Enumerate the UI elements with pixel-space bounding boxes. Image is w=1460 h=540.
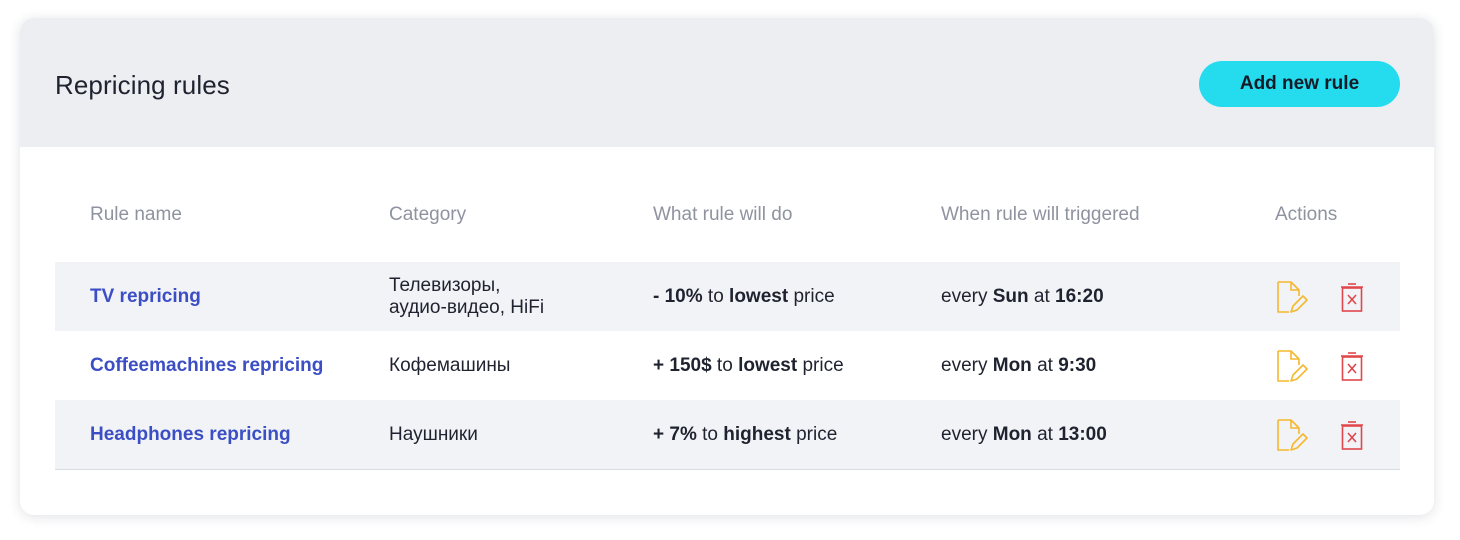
- rule-name-link[interactable]: Headphones repricing: [90, 424, 291, 446]
- add-new-rule-button[interactable]: Add new rule: [1199, 61, 1400, 107]
- category-cell: Наушники: [389, 423, 478, 445]
- repricing-rules-card: Repricing rules Add new rule Rule name C…: [20, 18, 1434, 515]
- table-row: Coffeemachines repricing Кофемашины + 15…: [55, 331, 1400, 400]
- column-header-action: What rule will do: [653, 204, 793, 225]
- action-connector: to: [702, 285, 730, 307]
- rule-name-cell: Headphones repricing: [90, 400, 291, 469]
- rule-name-link[interactable]: Coffeemachines repricing: [90, 355, 323, 377]
- trigger-at: at: [1031, 354, 1059, 376]
- action-suffix: price: [788, 285, 835, 307]
- action-connector: to: [696, 423, 724, 445]
- trash-icon[interactable]: [1335, 279, 1369, 315]
- trigger-every: every: [941, 423, 993, 445]
- trigger-every: every: [941, 354, 993, 376]
- rule-name-cell: TV repricing: [90, 262, 201, 331]
- action-target: highest: [723, 423, 791, 445]
- column-header-rule-name: Rule name: [90, 204, 182, 225]
- table-row: Headphones repricing Наушники + 7% to hi…: [55, 400, 1400, 470]
- trigger-cell: every Sun at 16:20: [941, 262, 1104, 331]
- trigger-cell: every Mon at 13:00: [941, 400, 1107, 469]
- action-amount: + 150$: [653, 354, 712, 376]
- edit-document-icon[interactable]: [1274, 417, 1308, 453]
- trash-icon[interactable]: [1335, 348, 1369, 384]
- trigger-day: Mon: [992, 354, 1032, 376]
- category-line: Телевизоры,: [389, 274, 501, 296]
- table-row: TV repricing Телевизоры, аудио-видео, Hi…: [55, 262, 1400, 331]
- category-cell: Телевизоры, аудио-видео, HiFi: [389, 262, 599, 331]
- trigger-every: every: [941, 285, 993, 307]
- rule-name-link[interactable]: TV repricing: [90, 286, 201, 308]
- column-header-actions: Actions: [1275, 204, 1338, 225]
- action-suffix: price: [797, 354, 844, 376]
- rule-name-cell: Coffeemachines repricing: [90, 331, 323, 400]
- row-actions: [1274, 331, 1369, 400]
- table-header: Rule name Category What rule will do Whe…: [55, 198, 1400, 262]
- trigger-at: at: [1031, 423, 1059, 445]
- category-line: аудио-видео, HiFi: [389, 296, 545, 318]
- action-target: lowest: [738, 354, 798, 376]
- row-actions: [1274, 262, 1369, 331]
- trigger-time: 16:20: [1055, 285, 1104, 307]
- row-actions: [1274, 400, 1369, 469]
- card-header: Repricing rules Add new rule: [20, 18, 1434, 147]
- page-title: Repricing rules: [55, 70, 230, 100]
- trigger-day: Sun: [992, 285, 1029, 307]
- trigger-time: 9:30: [1058, 354, 1097, 376]
- action-amount: + 7%: [653, 423, 697, 445]
- action-amount: - 10%: [653, 285, 703, 307]
- edit-document-icon[interactable]: [1274, 279, 1308, 315]
- action-connector: to: [711, 354, 739, 376]
- rule-action-cell: + 150$ to lowest price: [653, 331, 844, 400]
- action-suffix: price: [790, 423, 838, 445]
- trigger-time: 13:00: [1058, 423, 1107, 445]
- category-cell: Кофемашины: [389, 354, 511, 376]
- action-target: lowest: [729, 285, 789, 307]
- trigger-at: at: [1028, 285, 1056, 307]
- rule-action-cell: + 7% to highest price: [653, 400, 837, 469]
- column-header-trigger: When rule will triggered: [941, 204, 1140, 225]
- edit-document-icon[interactable]: [1274, 348, 1308, 384]
- rule-action-cell: - 10% to lowest price: [653, 262, 835, 331]
- rules-table: Rule name Category What rule will do Whe…: [55, 198, 1400, 470]
- trigger-cell: every Mon at 9:30: [941, 331, 1096, 400]
- column-header-category: Category: [389, 204, 467, 225]
- trash-icon[interactable]: [1335, 417, 1369, 453]
- trigger-day: Mon: [992, 423, 1032, 445]
